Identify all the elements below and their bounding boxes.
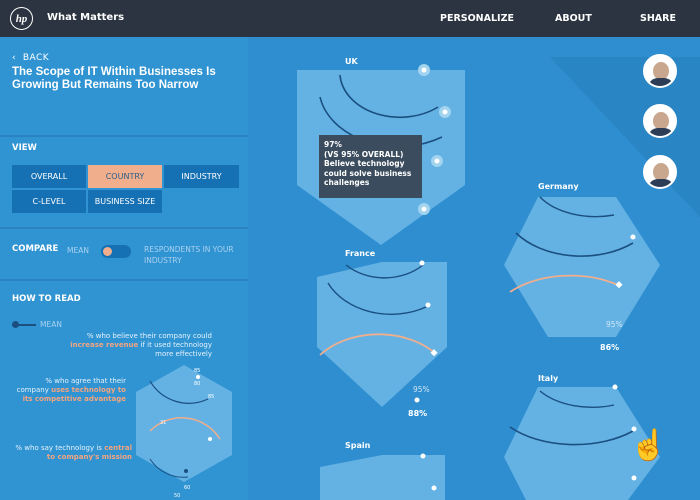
germany-overall-value: 95%	[606, 320, 623, 329]
nav-share[interactable]: SHARE	[640, 13, 676, 24]
how-to-read-hexagon: 85 80 85 31 60 50	[136, 365, 232, 499]
svg-text:85: 85	[208, 394, 214, 400]
view-industry-button[interactable]: INDUSTRY	[164, 165, 239, 188]
toggle-knob	[103, 247, 112, 256]
page-title: The Scope of IT Within Businesses Is Gro…	[12, 66, 216, 91]
how-item-revenue: % who believe their company could increa…	[70, 332, 212, 358]
divider	[0, 227, 248, 229]
hand-pointer-icon: ☝	[630, 429, 668, 462]
tooltip-value: 97%	[324, 140, 342, 149]
avatar-expert-2[interactable]	[643, 104, 677, 138]
svg-text:31: 31	[160, 420, 166, 426]
how-to-read-heading: HOW TO READ	[12, 294, 81, 304]
mean-legend-dot	[12, 321, 19, 328]
country-label-italy: Italy	[538, 374, 559, 383]
country-label-uk: UK	[345, 57, 358, 66]
left-panel: ‹ BACK The Scope of IT Within Businesses…	[0, 37, 248, 500]
svg-text:85: 85	[194, 368, 200, 374]
view-clevel-button[interactable]: C-LEVEL	[12, 190, 86, 213]
view-heading: VIEW	[12, 143, 37, 153]
germany-hexagon	[504, 197, 660, 337]
compare-heading: COMPARE	[12, 244, 59, 254]
country-label-spain: Spain	[345, 441, 371, 450]
france-percentage: 88%	[408, 409, 428, 418]
svg-text:80: 80	[194, 381, 200, 387]
country-label-france: France	[345, 249, 376, 258]
back-link[interactable]: ‹ BACK	[12, 53, 49, 63]
brand-title: What Matters	[47, 12, 125, 23]
hp-logo[interactable]: hp	[10, 7, 33, 30]
back-label: BACK	[22, 53, 50, 63]
spain-hexagon	[320, 455, 445, 500]
mean-legend-label: MEAN	[40, 320, 62, 329]
tooltip-comparison: (VS 95% OVERALL)	[324, 149, 404, 159]
germany-percentage: 86%	[600, 343, 620, 352]
view-business-size-button[interactable]: BUSINESS SIZE	[88, 190, 162, 213]
svg-text:60: 60	[184, 485, 190, 491]
avatar-expert-3[interactable]	[643, 155, 677, 189]
chevron-left-icon: ‹	[12, 53, 17, 63]
view-overall-button[interactable]: OVERALL	[12, 165, 86, 188]
svg-text:50: 50	[174, 493, 180, 499]
top-bar: hp What Matters PERSONALIZE ABOUT SHARE	[0, 0, 700, 37]
compare-toggle[interactable]	[101, 245, 131, 258]
nav-about[interactable]: ABOUT	[555, 13, 592, 24]
how-item-mission: % who say technology is central to compa…	[15, 444, 132, 461]
compare-mean-label: MEAN	[67, 246, 89, 255]
divider	[0, 135, 248, 137]
compare-industry-label: RESPONDENTS IN YOUR INDUSTRY	[144, 245, 234, 265]
france-overall-value: 95%	[413, 385, 430, 394]
view-country-button[interactable]: COUNTRY	[88, 165, 162, 188]
country-label-germany: Germany	[538, 182, 579, 191]
divider	[0, 279, 248, 281]
avatar-expert-1[interactable]	[643, 54, 677, 88]
nav-personalize[interactable]: PERSONALIZE	[440, 13, 514, 24]
how-item-advantage: % who agree that their company uses tech…	[16, 377, 126, 403]
data-tooltip: 97% (VS 95% OVERALL) Believe technology …	[319, 135, 422, 198]
tooltip-description: Believe technology could solve business …	[324, 159, 412, 187]
